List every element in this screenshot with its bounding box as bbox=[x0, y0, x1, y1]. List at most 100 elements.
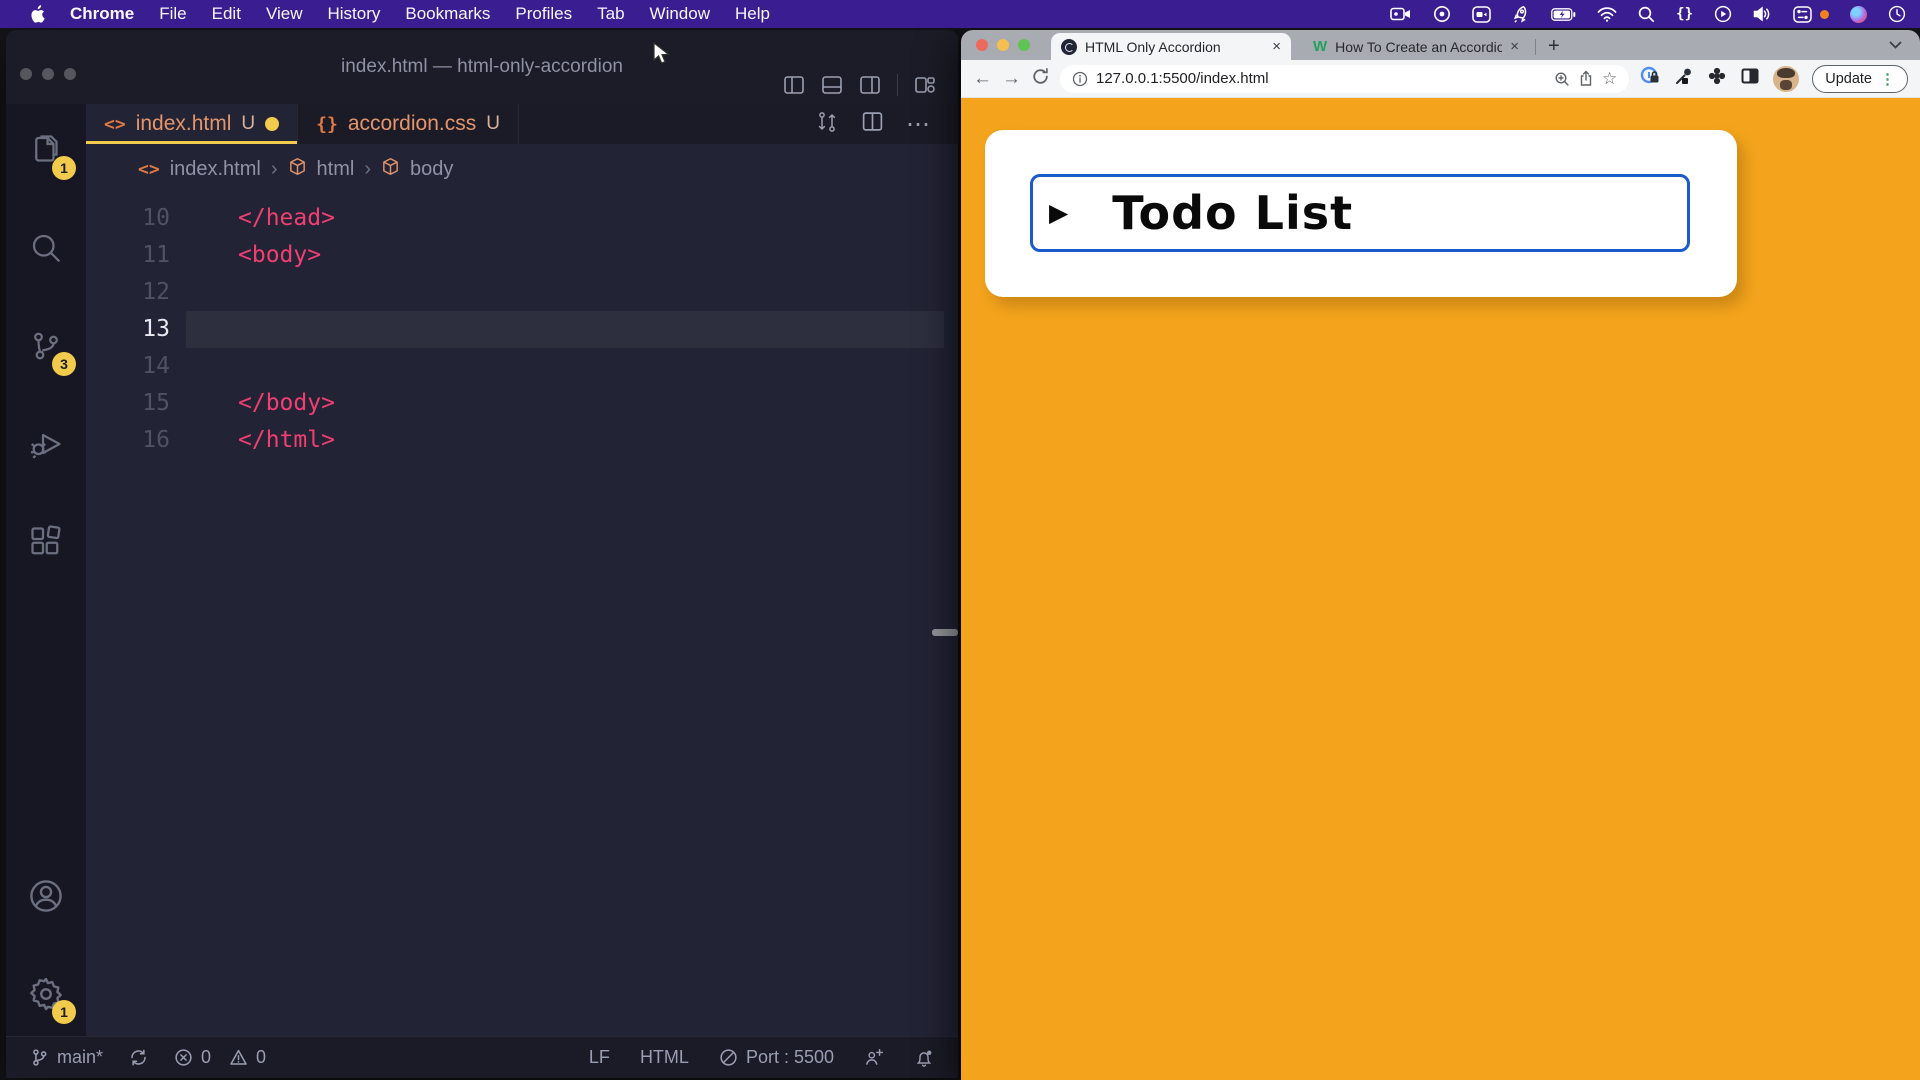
tab-index-html[interactable]: <> index.html U bbox=[86, 104, 298, 144]
code-line-active[interactable]: 13 bbox=[86, 311, 958, 348]
menubar-item-history[interactable]: History bbox=[327, 4, 380, 24]
menubar-item-view[interactable]: View bbox=[266, 4, 303, 24]
menubar-item-tab[interactable]: Tab bbox=[597, 4, 624, 24]
code-line[interactable]: 16</html> bbox=[86, 422, 958, 459]
source-control-icon[interactable]: 3 bbox=[22, 322, 70, 370]
scrollbar-handle[interactable] bbox=[932, 629, 958, 636]
menubar-item-file[interactable]: File bbox=[159, 4, 186, 24]
close-window-button[interactable] bbox=[976, 39, 988, 51]
pinned-extension-icon[interactable] bbox=[1707, 66, 1727, 91]
eol-indicator[interactable]: LF bbox=[589, 1047, 610, 1068]
close-tab-icon[interactable]: × bbox=[1510, 38, 1519, 55]
code-braces-icon[interactable]: {} bbox=[1676, 4, 1693, 24]
wifi-icon[interactable] bbox=[1597, 4, 1617, 24]
minimize-window-button[interactable] bbox=[997, 39, 1009, 51]
accordion-summary[interactable]: ▶ Todo List bbox=[1030, 174, 1690, 252]
volume-icon[interactable] bbox=[1753, 4, 1772, 24]
explorer-icon[interactable]: 1 bbox=[22, 126, 70, 174]
side-panel-icon[interactable] bbox=[1740, 67, 1760, 90]
clock-icon[interactable] bbox=[1888, 4, 1906, 24]
code-line[interactable]: 12 bbox=[86, 274, 958, 311]
explorer-badge: 1 bbox=[52, 156, 76, 180]
code-line[interactable]: 10</head> bbox=[86, 200, 958, 237]
language-mode[interactable]: HTML bbox=[640, 1047, 689, 1068]
reload-button[interactable] bbox=[1031, 67, 1050, 91]
play-circle-icon[interactable] bbox=[1714, 4, 1732, 24]
apple-logo-icon[interactable] bbox=[30, 4, 45, 24]
share-icon[interactable] bbox=[1578, 70, 1594, 87]
sync-changes-button[interactable] bbox=[129, 1048, 148, 1067]
close-window-button[interactable] bbox=[20, 68, 32, 80]
run-debug-icon[interactable] bbox=[22, 420, 70, 468]
live-server-port[interactable]: Port : 5500 bbox=[719, 1047, 834, 1068]
problems-item[interactable]: 0 0 bbox=[174, 1047, 266, 1068]
close-tab-icon[interactable]: × bbox=[1272, 38, 1281, 55]
menubar-item-window[interactable]: Window bbox=[650, 4, 710, 24]
tab-html-only-accordion[interactable]: HTML Only Accordion × bbox=[1051, 33, 1291, 60]
browser-menu-kebab-icon[interactable]: ⋮ bbox=[1880, 70, 1895, 88]
menubar-item-help[interactable]: Help bbox=[735, 4, 770, 24]
settings-gear-icon[interactable]: 1 bbox=[22, 970, 70, 1018]
color-picker-extension-icon[interactable] bbox=[1674, 66, 1694, 91]
toggle-secondary-sidebar-icon[interactable] bbox=[859, 74, 881, 96]
menubar-item-chrome[interactable]: Chrome bbox=[70, 4, 134, 24]
screen-record-camera-icon[interactable] bbox=[1390, 4, 1412, 24]
rocket-icon[interactable] bbox=[1512, 4, 1530, 24]
toggle-primary-sidebar-icon[interactable] bbox=[783, 74, 805, 96]
breadcrumb-html-node[interactable]: html bbox=[317, 158, 355, 181]
tab-how-to-create-accordion[interactable]: W How To Create an Accordion × bbox=[1303, 33, 1529, 60]
fullscreen-window-button[interactable] bbox=[1018, 39, 1030, 51]
open-changes-icon[interactable] bbox=[815, 110, 839, 139]
update-chrome-button[interactable]: Update ⋮ bbox=[1812, 65, 1908, 93]
code-editor[interactable]: 10</head> 11<body> 12 13 14 15</body> 16… bbox=[86, 194, 958, 1036]
url-text[interactable]: 127.0.0.1:5500/index.html bbox=[1096, 70, 1546, 87]
feedback-icon[interactable] bbox=[864, 1048, 884, 1068]
breadcrumb-file[interactable]: index.html bbox=[170, 158, 261, 181]
vscode-window-controls[interactable] bbox=[20, 68, 76, 80]
siri-icon[interactable] bbox=[1850, 4, 1867, 24]
code-line[interactable]: 15</body> bbox=[86, 385, 958, 422]
menubar-item-profiles[interactable]: Profiles bbox=[515, 4, 572, 24]
code-line[interactable]: 14 bbox=[86, 348, 958, 385]
tab-title: How To Create an Accordion bbox=[1335, 39, 1502, 55]
profile-avatar[interactable] bbox=[1773, 66, 1799, 92]
bookmark-star-icon[interactable]: ☆ bbox=[1602, 69, 1617, 89]
customize-layout-icon[interactable] bbox=[914, 74, 936, 96]
tab-search-chevron-icon[interactable] bbox=[1889, 36, 1902, 54]
vscode-titlebar[interactable]: index.html — html-only-accordion bbox=[6, 30, 958, 104]
settings-badge: 1 bbox=[52, 1000, 76, 1024]
code-line[interactable]: 11<body> bbox=[86, 237, 958, 274]
new-tab-button[interactable]: + bbox=[1542, 35, 1566, 58]
accordion-card: ▶ Todo List bbox=[985, 130, 1737, 297]
back-button[interactable]: ← bbox=[973, 68, 992, 90]
toggle-panel-icon[interactable] bbox=[821, 74, 843, 96]
camera-tile-icon[interactable] bbox=[1472, 4, 1491, 24]
extensions-icon[interactable] bbox=[22, 518, 70, 566]
minimize-window-button[interactable] bbox=[42, 68, 54, 80]
chrome-window-controls[interactable] bbox=[976, 39, 1030, 51]
privacy-extension-icon[interactable] bbox=[1639, 65, 1661, 92]
control-center-icon[interactable] bbox=[1793, 4, 1812, 24]
macos-menubar: Chrome File Edit View History Bookmarks … bbox=[0, 0, 1920, 28]
unsaved-dot-icon[interactable] bbox=[265, 117, 279, 131]
zoom-icon[interactable] bbox=[1554, 71, 1570, 87]
git-branch-item[interactable]: main* bbox=[30, 1047, 103, 1068]
battery-charging-icon[interactable] bbox=[1551, 4, 1576, 24]
vscode-window: index.html — html-only-accordion 1 3 bbox=[6, 30, 958, 1078]
more-actions-icon[interactable]: ⋯ bbox=[906, 110, 932, 139]
search-icon[interactable] bbox=[22, 224, 70, 272]
tab-accordion-css[interactable]: {} accordion.css U bbox=[298, 104, 519, 144]
account-icon[interactable] bbox=[22, 872, 70, 920]
record-icon[interactable] bbox=[1433, 4, 1451, 24]
notifications-bell-icon[interactable] bbox=[914, 1048, 934, 1068]
maximize-window-button[interactable] bbox=[64, 68, 76, 80]
menubar-item-edit[interactable]: Edit bbox=[212, 4, 241, 24]
breadcrumb-body-node[interactable]: body bbox=[410, 158, 453, 181]
port-label: Port : 5500 bbox=[746, 1047, 834, 1068]
menubar-item-bookmarks[interactable]: Bookmarks bbox=[405, 4, 490, 24]
address-bar[interactable]: 127.0.0.1:5500/index.html ☆ bbox=[1060, 65, 1629, 93]
split-editor-icon[interactable] bbox=[861, 110, 884, 138]
spotlight-search-icon[interactable] bbox=[1638, 4, 1655, 24]
forward-button[interactable]: → bbox=[1002, 68, 1021, 90]
site-info-icon[interactable] bbox=[1072, 71, 1088, 87]
